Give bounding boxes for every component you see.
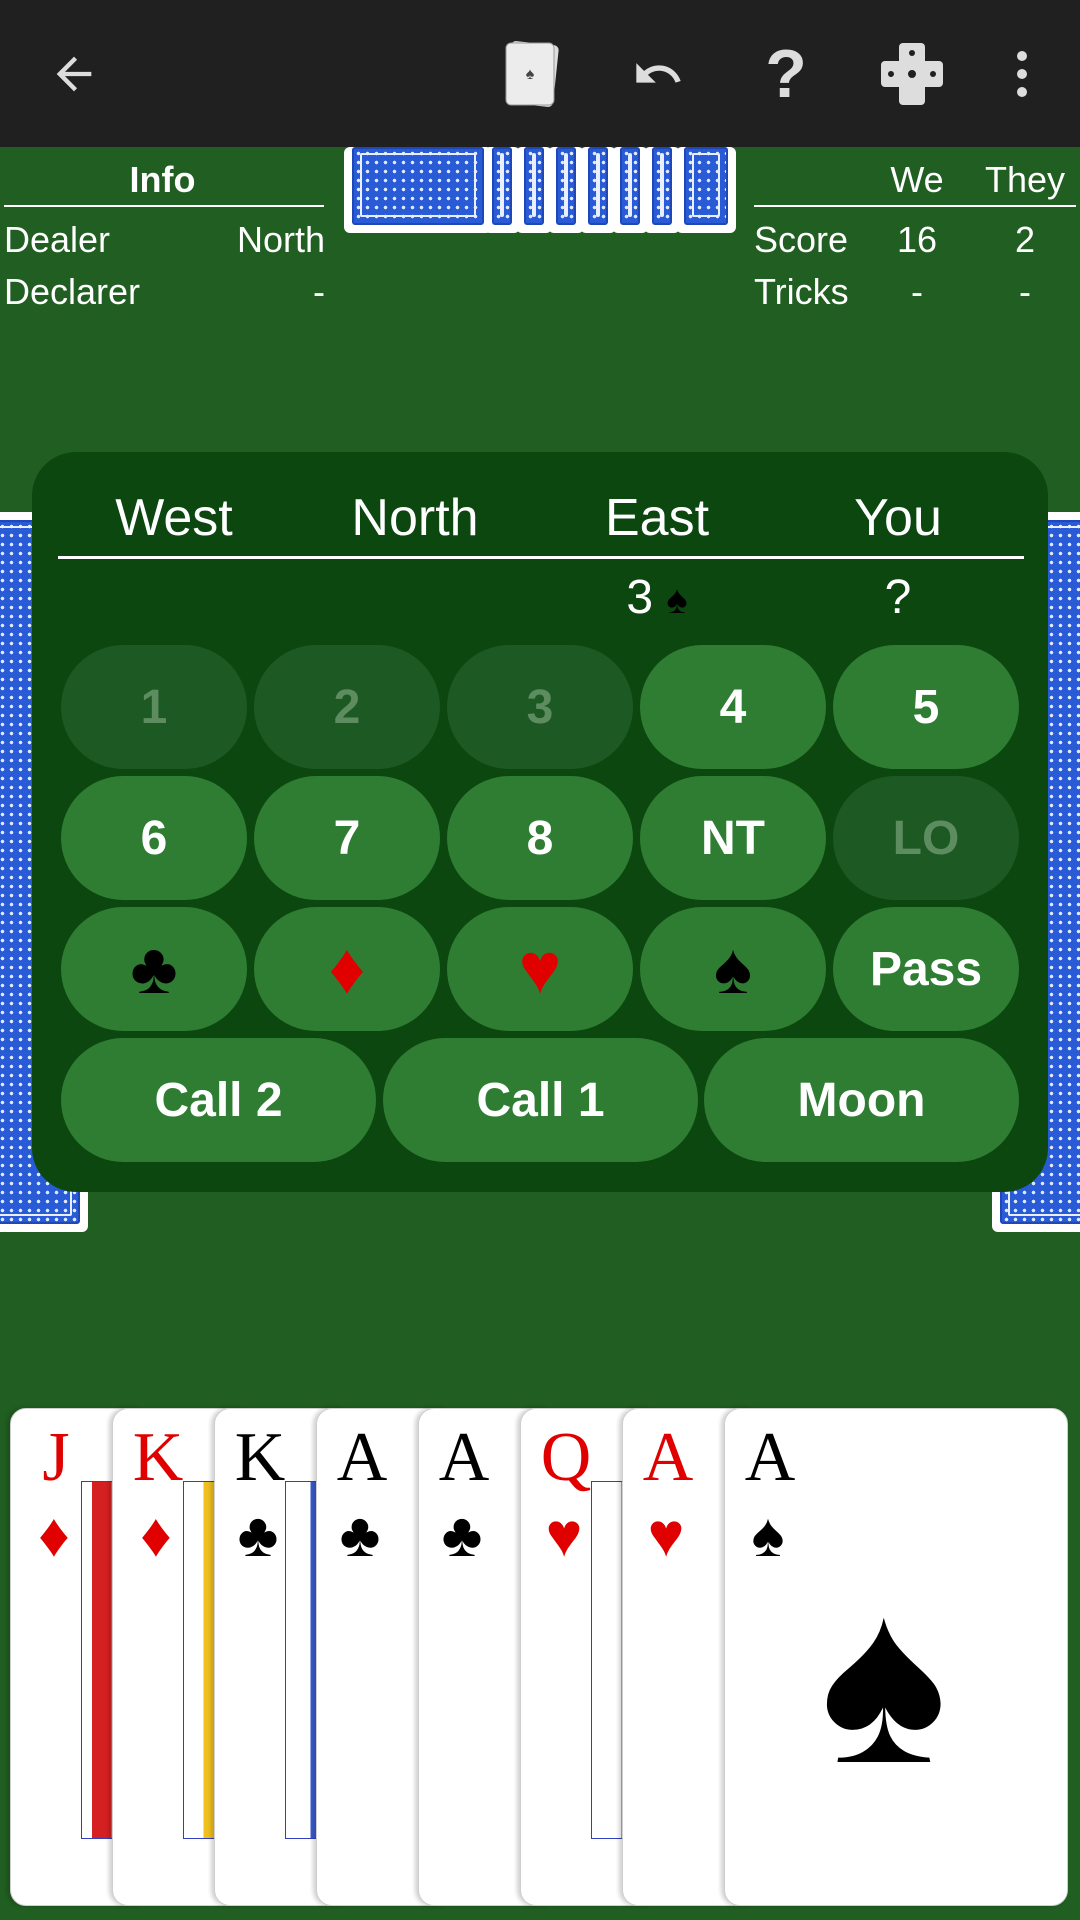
help-label: ? xyxy=(765,36,807,112)
clubs-button[interactable]: ♣ xyxy=(61,907,247,1031)
seat-north: North xyxy=(351,489,479,547)
bid-3-button[interactable]: 3 xyxy=(447,645,633,769)
bid-2-button[interactable]: 2 xyxy=(254,645,440,769)
heart-icon: ♥ xyxy=(545,1501,583,1570)
undo-icon[interactable] xyxy=(612,28,704,120)
club-icon: ♣ xyxy=(441,1501,483,1570)
spade-icon: ♠ xyxy=(666,578,688,622)
tricks-label: Tricks xyxy=(754,271,849,312)
bidding-panel: West North East You 3 ♠ ? 1 2 3 4 5 6 7 … xyxy=(32,452,1048,1192)
score-we: 16 xyxy=(896,219,938,260)
bid-1-button[interactable]: 1 xyxy=(61,645,247,769)
club-icon: ♣ xyxy=(130,929,178,1009)
call-1-button[interactable]: Call 1 xyxy=(383,1038,698,1162)
bid-6-button[interactable]: 6 xyxy=(61,776,247,900)
spade-icon: ♠ xyxy=(1024,1762,1055,1827)
card-ace-spades[interactable]: A ♠ ♠ ♠ A xyxy=(724,1408,1068,1906)
heart-icon: ♥ xyxy=(518,929,562,1009)
spades-button[interactable]: ♠ xyxy=(640,907,826,1031)
top-toolbar: ♠ ? xyxy=(0,0,1080,147)
seat-you: You xyxy=(854,489,942,547)
score-they: 2 xyxy=(1014,219,1036,260)
bid-7-button[interactable]: 7 xyxy=(254,776,440,900)
help-icon[interactable]: ? xyxy=(740,28,832,120)
call-2-button[interactable]: Call 2 xyxy=(61,1038,376,1162)
card-rank: A xyxy=(642,1419,694,1496)
bid-you: ? xyxy=(884,571,912,624)
seat-west: West xyxy=(115,489,233,547)
spade-icon: ♠ xyxy=(751,1501,785,1570)
declarer-label: Declarer xyxy=(4,271,141,312)
spade-icon: ♠ xyxy=(820,1545,948,1813)
bidding-divider xyxy=(58,556,1024,559)
bid-4-button[interactable]: 4 xyxy=(640,645,826,769)
score-divider xyxy=(754,205,1076,207)
card-rank: A xyxy=(744,1419,796,1496)
bid-8-button[interactable]: 8 xyxy=(447,776,633,900)
dice-icon[interactable] xyxy=(866,28,958,120)
we-header: We xyxy=(890,159,944,200)
club-icon: ♣ xyxy=(339,1501,381,1570)
score-label: Score xyxy=(754,219,849,260)
they-header: They xyxy=(984,159,1066,200)
info-title: Info xyxy=(129,159,196,200)
hearts-button[interactable]: ♥ xyxy=(447,907,633,1031)
bid-nt-button[interactable]: NT xyxy=(640,776,826,900)
tricks-we: - xyxy=(911,271,923,312)
declarer-value: - xyxy=(313,271,325,312)
diamonds-button[interactable]: ♦ xyxy=(254,907,440,1031)
moon-button[interactable]: Moon xyxy=(704,1038,1019,1162)
diamond-icon: ♦ xyxy=(38,1501,70,1570)
club-icon: ♣ xyxy=(237,1501,279,1570)
heart-icon: ♥ xyxy=(647,1501,685,1570)
back-arrow-icon[interactable] xyxy=(28,28,120,120)
cards-icon[interactable]: ♠ xyxy=(488,28,580,120)
seat-east: East xyxy=(604,489,710,547)
bid-east: 3 ♠ xyxy=(542,570,772,625)
svg-text:♠: ♠ xyxy=(526,66,535,83)
card-rank: A xyxy=(336,1419,388,1496)
info-divider xyxy=(4,205,324,207)
diamond-icon: ♦ xyxy=(328,929,366,1009)
spade-icon: ♠ xyxy=(713,929,753,1009)
card-rank: A xyxy=(1002,1824,1053,1901)
bid-lo-button[interactable]: LO xyxy=(833,776,1019,900)
pass-button[interactable]: Pass xyxy=(833,907,1019,1031)
card-rank: A xyxy=(438,1419,490,1496)
tricks-they: - xyxy=(1019,271,1031,312)
north-hand xyxy=(344,147,736,233)
dealer-value: North xyxy=(236,219,325,260)
dealer-label: Dealer xyxy=(4,219,111,260)
bid-5-button[interactable]: 5 xyxy=(833,645,1019,769)
more-vert-icon[interactable] xyxy=(976,28,1068,120)
diamond-icon: ♦ xyxy=(140,1501,172,1570)
bid-east-value: 3 xyxy=(626,571,654,624)
